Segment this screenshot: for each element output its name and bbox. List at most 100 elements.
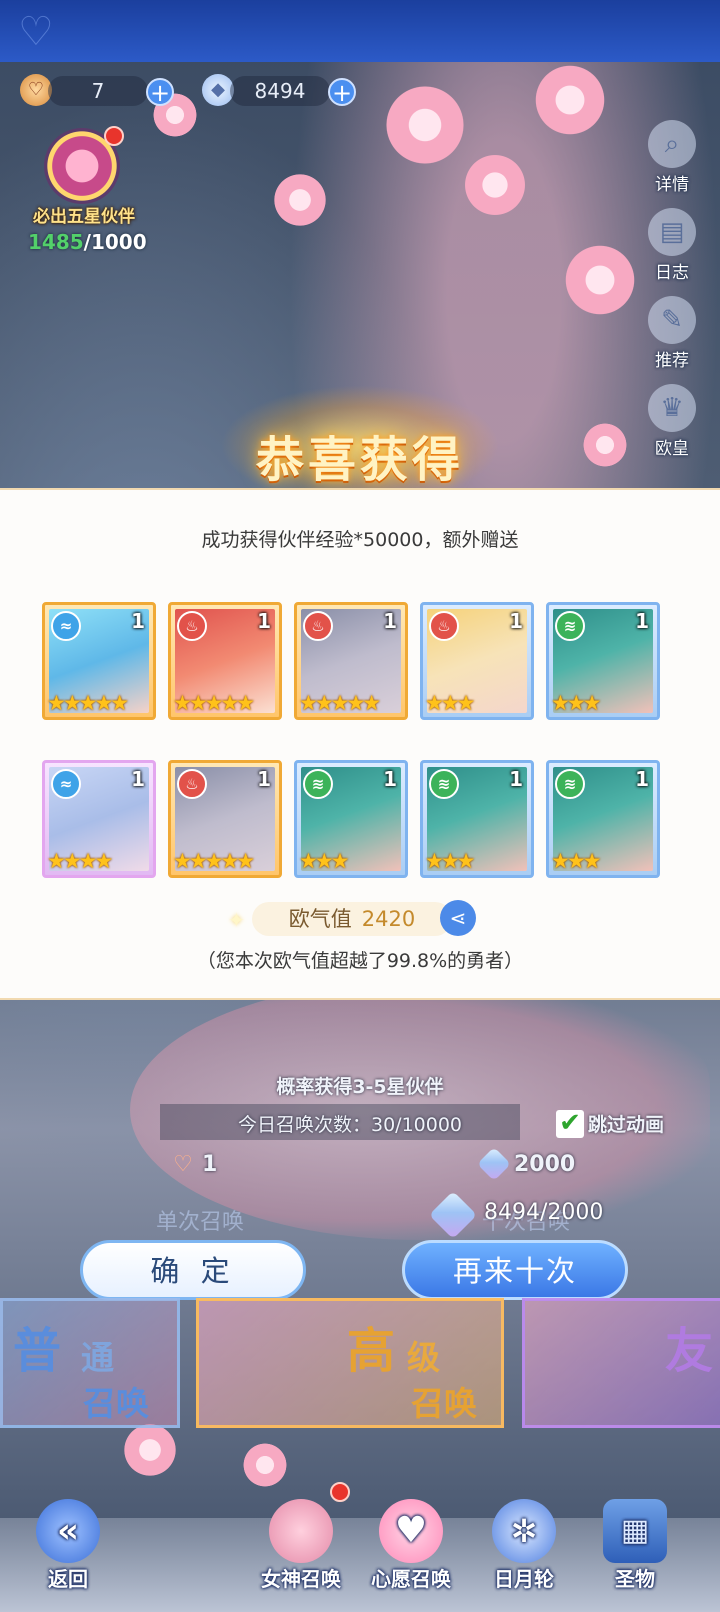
notification-dot bbox=[330, 1482, 350, 1502]
wind-element-icon: ≋ bbox=[303, 769, 333, 799]
star-rating: ★★★ bbox=[299, 849, 350, 873]
nav-wish-summon[interactable]: ♥ 心愿召唤 bbox=[358, 1499, 464, 1592]
star-rating: ★★★★★ bbox=[299, 691, 381, 715]
compass-icon: ✲ bbox=[492, 1499, 556, 1563]
bottom-nav: « 返回 女神召唤 ♥ 心愿召唤 ✲ 日月轮 ▦ 圣物 bbox=[0, 1478, 720, 1612]
banner-big-char: 普 bbox=[13, 1323, 62, 1379]
advanced-summon-banner[interactable]: 高 级 召唤 bbox=[196, 1298, 504, 1428]
single-summon-button[interactable]: 单次召唤 bbox=[92, 1205, 308, 1241]
summon-ticket-icon: ♡ bbox=[173, 1152, 193, 1177]
star-rating: ★★★ bbox=[551, 849, 602, 873]
blossom-decoration bbox=[460, 150, 530, 220]
fire-element-icon: ♨ bbox=[177, 611, 207, 641]
ten-summon-cost: 2000 bbox=[514, 1152, 576, 1177]
book-icon: ▤ bbox=[648, 208, 696, 256]
banner-small-char: 级 bbox=[407, 1338, 440, 1377]
luck-value: 2420 bbox=[361, 907, 416, 931]
summon-ten-again-button[interactable]: 再来十次 bbox=[402, 1240, 628, 1300]
add-ticket-button[interactable]: + bbox=[146, 78, 174, 106]
guarantee-total: /1000 bbox=[83, 230, 147, 254]
partner-card[interactable]: ≈ 1 ★★★★ bbox=[42, 760, 156, 878]
result-title: 恭喜获得 bbox=[255, 432, 464, 488]
partner-card[interactable]: ♨ 1 ★★★★★ bbox=[294, 602, 408, 720]
star-rating: ★★★★★ bbox=[47, 691, 129, 715]
partner-level: 1 bbox=[509, 767, 523, 791]
partner-level: 1 bbox=[257, 609, 271, 633]
goddess-portrait-icon bbox=[269, 1499, 333, 1563]
side-button-details[interactable]: ⌕ 详情 bbox=[640, 120, 704, 198]
banner-big-char: 高 bbox=[347, 1323, 396, 1379]
side-button-label: 日志 bbox=[655, 263, 689, 283]
luck-label: 欧气值 bbox=[288, 907, 352, 931]
partner-card[interactable]: ♨ 1 ★★★★★ bbox=[168, 760, 282, 878]
relic-chest-icon: ▦ bbox=[603, 1499, 667, 1563]
star-rating: ★★★ bbox=[425, 849, 476, 873]
sparkle-icon: ✦ bbox=[228, 908, 245, 932]
partner-level: 1 bbox=[635, 767, 649, 791]
single-summon-cost: 1 bbox=[202, 1152, 218, 1177]
notification-dot bbox=[104, 126, 124, 146]
banner-label: 召唤 bbox=[83, 1384, 149, 1423]
blossom-decoration bbox=[530, 60, 610, 140]
nav-sun-moon-wheel[interactable]: ✲ 日月轮 bbox=[478, 1499, 570, 1592]
banner-big-char: 友 bbox=[665, 1323, 714, 1379]
partner-level: 1 bbox=[131, 767, 145, 791]
back-button[interactable]: « 返回 bbox=[18, 1499, 118, 1592]
star-rating: ★★★ bbox=[551, 691, 602, 715]
partner-card[interactable]: ≋ 1 ★★★ bbox=[546, 760, 660, 878]
gem-balance: 8494/2000 bbox=[484, 1200, 604, 1225]
blossom-decoration bbox=[560, 240, 640, 320]
nav-goddess-summon[interactable]: 女神召唤 bbox=[248, 1499, 354, 1592]
blossom-decoration bbox=[120, 1420, 180, 1480]
star-rating: ★★★★ bbox=[47, 849, 113, 873]
luck-value-box: 欧气值 2420 bbox=[252, 902, 452, 936]
friend-summon-banner[interactable]: 友 bbox=[522, 1298, 720, 1428]
fire-element-icon: ♨ bbox=[177, 769, 207, 799]
partner-card[interactable]: ≈ 1 ★★★★★ bbox=[42, 602, 156, 720]
side-button-log[interactable]: ▤ 日志 bbox=[640, 208, 704, 286]
star-rating: ★★★★★ bbox=[173, 849, 255, 873]
blossom-decoration bbox=[270, 170, 330, 230]
wind-element-icon: ≋ bbox=[555, 611, 585, 641]
top-bar: ♡ bbox=[0, 0, 720, 62]
wind-element-icon: ≋ bbox=[555, 769, 585, 799]
skip-animation-label: 跳过动画 bbox=[588, 1114, 665, 1136]
fire-element-icon: ♨ bbox=[303, 611, 333, 641]
partner-level: 1 bbox=[383, 767, 397, 791]
nav-label: 日月轮 bbox=[494, 1567, 554, 1591]
partner-level: 1 bbox=[131, 609, 145, 633]
result-subtitle: 成功获得伙伴经验*50000，额外赠送 bbox=[201, 529, 519, 551]
heart-arrow-icon: ♡ bbox=[18, 9, 54, 55]
partner-level: 1 bbox=[635, 609, 649, 633]
normal-summon-banner[interactable]: 普 通 召唤 bbox=[0, 1298, 180, 1428]
guarantee-progress: 1485/1000 bbox=[28, 230, 147, 254]
gem-count: 8494 bbox=[230, 76, 330, 106]
confirm-button[interactable]: 确 定 bbox=[80, 1240, 306, 1300]
banner-label: 召唤 bbox=[411, 1384, 477, 1423]
side-button-label: 详情 bbox=[655, 175, 689, 195]
heart-icon: ♥ bbox=[379, 1499, 443, 1563]
probability-text: 概率获得3-5星伙伴 bbox=[276, 1076, 444, 1098]
nav-relic[interactable]: ▦ 圣物 bbox=[590, 1499, 680, 1592]
partner-level: 1 bbox=[509, 609, 523, 633]
nav-label: 圣物 bbox=[615, 1567, 655, 1591]
partner-card[interactable]: ≋ 1 ★★★ bbox=[294, 760, 408, 878]
back-label: 返回 bbox=[48, 1567, 88, 1591]
partner-card[interactable]: ≋ 1 ★★★ bbox=[420, 760, 534, 878]
nav-label: 心愿召唤 bbox=[371, 1567, 451, 1591]
partner-card[interactable]: ♨ 1 ★★★ bbox=[420, 602, 534, 720]
magnifier-icon: ⌕ bbox=[648, 120, 696, 168]
feather-icon: ✎ bbox=[648, 296, 696, 344]
partner-card[interactable]: ≋ 1 ★★★ bbox=[546, 602, 660, 720]
side-button-recommend[interactable]: ✎ 推荐 bbox=[640, 296, 704, 374]
share-icon[interactable]: ⋖ bbox=[440, 900, 476, 936]
water-element-icon: ≈ bbox=[51, 611, 81, 641]
blossom-decoration bbox=[380, 80, 470, 170]
skip-animation-checkbox[interactable]: ✔ bbox=[556, 1110, 584, 1138]
nav-label: 女神召唤 bbox=[261, 1567, 341, 1591]
partner-level: 1 bbox=[383, 609, 397, 633]
guarantee-label: 必出五星伙伴 bbox=[33, 207, 135, 227]
star-rating: ★★★ bbox=[425, 691, 476, 715]
partner-card[interactable]: ♨ 1 ★★★★★ bbox=[168, 602, 282, 720]
add-gem-button[interactable]: + bbox=[328, 78, 356, 106]
